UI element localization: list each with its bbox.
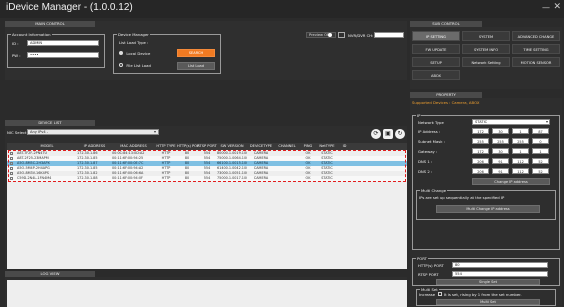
nvr-dvr-label: NVR/DVR CH: — [348, 33, 374, 38]
gateway-octet[interactable]: 1 — [532, 148, 549, 154]
tab-setup[interactable]: SETUP — [412, 57, 460, 67]
tab-system-info[interactable]: SYSTEM INFO — [462, 44, 510, 54]
subnet-octet[interactable]: 255 — [492, 138, 509, 144]
column-header[interactable]: IP ADDRESS — [77, 144, 112, 148]
nic-select-value: Any IPv4 - — [30, 130, 49, 134]
tab-network-setting[interactable]: Network Setting — [462, 57, 510, 67]
local-device-radio[interactable]: Local Device — [119, 51, 150, 56]
dns2-label: DNS 2 : — [418, 169, 433, 174]
ip-address-octet[interactable]: 172 — [472, 128, 489, 134]
account-info-title: Account Information — [11, 32, 52, 37]
radio-unselected-icon — [119, 63, 123, 67]
ip-group-title: IP — [416, 113, 422, 118]
rtsp-port-label: RTSP PORT — [418, 272, 439, 277]
search-button[interactable]: SEARCH — [177, 49, 215, 57]
port-group-title: PORT — [416, 256, 428, 261]
increase-label: Increase — [419, 292, 436, 297]
local-device-label: Local Device — [126, 51, 151, 56]
tab-system[interactable]: SYSTEM — [462, 31, 510, 41]
dns1-octet[interactable]: 52 — [532, 158, 549, 164]
column-header[interactable]: HTTP(s) POR — [177, 144, 200, 148]
column-header[interactable]: DEVICETYPE — [247, 144, 275, 148]
multi-set-button[interactable]: Multi Set — [436, 299, 540, 305]
id-input[interactable]: ADMIN — [27, 40, 99, 46]
refresh-icon[interactable]: ⟳ — [371, 129, 381, 139]
pw-input[interactable]: •••• — [27, 52, 99, 58]
camera-icon[interactable] — [338, 32, 345, 38]
radio-selected-icon — [119, 51, 123, 55]
http-port-label: HTTP(s) PORT — [418, 263, 444, 268]
rtsp-port-input[interactable]: 554 — [452, 271, 548, 277]
tab-fw-update[interactable]: FW UPDATE — [412, 44, 460, 54]
dns2-octet[interactable]: 112 — [512, 168, 529, 174]
change-ip-button[interactable]: Change IP address — [472, 178, 550, 185]
column-header[interactable]: ID — [337, 144, 352, 148]
ip-address-octet[interactable]: 87 — [532, 128, 549, 134]
dns1-octet[interactable]: 112 — [512, 158, 529, 164]
http-port-input[interactable]: 80 — [452, 262, 548, 268]
increase-desc: It is set, rising by 1 from the set numb… — [444, 292, 522, 297]
subnet-octet[interactable]: 255 — [512, 138, 529, 144]
tab-ip-setting[interactable]: IP SETTING — [412, 31, 460, 41]
subnet-octet[interactable]: 255 — [472, 138, 489, 144]
app-title: iDevice Manager - (1.0.0.12) — [6, 2, 133, 13]
network-type-select[interactable]: STATIC — [472, 119, 550, 125]
column-header[interactable]: MAC ADDRESS — [112, 144, 155, 148]
save-icon[interactable]: ▣ — [383, 129, 393, 139]
multi-change-ip-button[interactable]: Multi Change IP address — [436, 205, 540, 213]
gateway-label: Gateway : — [418, 149, 438, 154]
nic-select-label: NIC Select — [7, 130, 27, 135]
multi-change-desc: IPs are set up sequentially at the speci… — [419, 195, 505, 200]
column-header[interactable]: CHANNEL — [275, 144, 299, 148]
reset-icon[interactable]: ↻ — [395, 129, 405, 139]
column-header[interactable]: HTTP TYPE — [155, 144, 177, 148]
dns2-octet[interactable]: 91 — [492, 168, 509, 174]
column-header[interactable]: RTSP PORT — [197, 144, 217, 148]
chevron-down-icon: ▾ — [546, 119, 549, 124]
subnet-mask-label: Subnet Mask : — [418, 139, 445, 144]
dns2-octet[interactable]: 52 — [532, 168, 549, 174]
network-type-value: STATIC — [475, 120, 488, 124]
tab-abox[interactable]: ABOX — [412, 70, 460, 80]
single-set-button[interactable]: Single Set — [436, 279, 540, 285]
log-output[interactable] — [7, 280, 407, 307]
network-type-label: Network Type — [418, 120, 444, 125]
ip-address-octet[interactable]: 1 — [512, 128, 529, 134]
tab-advanced-change[interactable]: ADVANCED CHANGE — [512, 31, 560, 41]
chevron-down-icon: ▾ — [154, 129, 157, 134]
dns1-octet[interactable]: 206 — [472, 158, 489, 164]
minimize-icon[interactable]: — — [542, 3, 550, 12]
tab-time-setting[interactable]: TIME SETTING — [512, 44, 560, 54]
subnet-octet[interactable]: 0 — [532, 138, 549, 144]
close-icon[interactable]: ✕ — [553, 2, 561, 12]
main-control-header: MAIN CONTROL — [5, 21, 95, 27]
ip-address-label: IP Address : — [418, 129, 441, 134]
gateway-octet[interactable]: 172 — [472, 148, 489, 154]
column-header[interactable]: MODEL — [17, 144, 77, 148]
id-label: ID : — [12, 41, 19, 46]
tab-motion-sensor[interactable]: MOTION SENSOR — [512, 57, 560, 67]
column-header[interactable]: PING — [299, 144, 317, 148]
list-load-type-label: List Load Type : — [119, 40, 149, 45]
dns1-octet[interactable]: 91 — [492, 158, 509, 164]
list-load-button[interactable]: List Load — [177, 62, 215, 70]
file-list-load-radio[interactable]: File List Load — [119, 63, 151, 68]
nvr-dvr-input[interactable] — [374, 32, 404, 38]
nic-select-dropdown[interactable]: Any IPv4 - — [27, 129, 159, 135]
gateway-octet[interactable]: 1 — [512, 148, 529, 154]
selection-highlight-box — [8, 150, 406, 182]
increase-checkbox[interactable] — [438, 292, 442, 296]
multi-change-title: Multi Change — [420, 188, 448, 193]
column-header[interactable]: NetTYPE — [317, 144, 337, 148]
toggle-knob-icon — [328, 33, 332, 37]
supported-devices-text: Supported Devices : Camera, ABOX — [412, 100, 480, 105]
column-header[interactable]: SW VERSION — [217, 144, 247, 148]
gateway-octet[interactable]: 30 — [492, 148, 509, 154]
dns2-octet[interactable]: 206 — [472, 168, 489, 174]
dns1-label: DNS 1 : — [418, 159, 433, 164]
ip-address-octet[interactable]: 30 — [492, 128, 509, 134]
file-list-load-label: File List Load — [126, 63, 151, 68]
pw-label: PW : — [12, 53, 21, 58]
device-manager-title: Device Manager — [117, 32, 150, 37]
